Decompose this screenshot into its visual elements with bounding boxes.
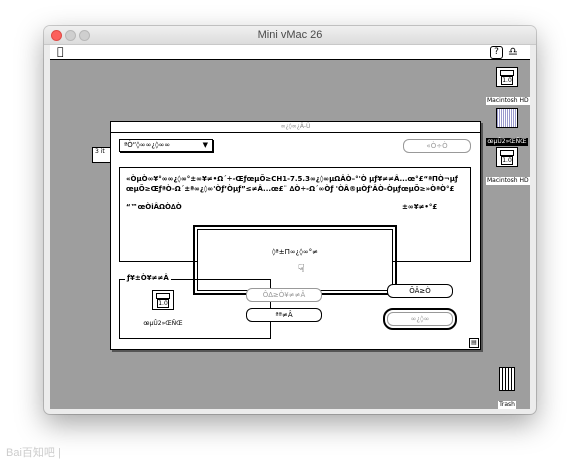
desktop-icon-macintosh-hd-2[interactable]: 1.0 Macintosh HD [486,147,530,186]
hard-disk-icon: 1.0 [496,147,518,167]
desktop-icon-macintosh-hd[interactable]: 1.0 Macintosh HD [486,67,530,106]
target-disk-label: œµÛ2»ŒÑŒ [142,320,184,328]
resize-icon[interactable]: ▤ [469,338,479,348]
menu-bar:  ? ♎ [50,45,530,60]
mac-screen:  ? ♎ 1.0 Macintosh HD œµÛ2»ŒÑŒ 1.0 Maci… [50,45,530,409]
icon-label: œµÛ2»ŒÑŒ [486,138,528,146]
desktop-icon-trash[interactable]: Trash [490,367,524,410]
help-icon[interactable]: ? [490,46,503,59]
alert-message: ◊ª±Π∞¿◊∞°≠ [271,248,319,256]
window-title: Mini vMac 26 [257,29,323,41]
icon-label: Trash [498,401,516,409]
install-button[interactable]: ∞¿◊∞ [383,308,457,330]
desktop-icon-disk[interactable]: œµÛ2»ŒÑŒ [486,108,528,147]
application-menu-icon[interactable]: ♎ [508,45,518,58]
icon-label: Macintosh HD [486,177,530,185]
help-button[interactable]: «Ò÷Ò [403,139,471,153]
eject-disk-button[interactable]: Ô∆≥Ò¥≠≠Â [246,288,322,302]
description-line2: “™œÒiÂΩÒ∆Ò [126,203,182,211]
group-label: ƒ¥±Ò¥≠≠Â [125,274,171,282]
quit-button[interactable]: ÕÂ≥Ò [387,284,453,298]
description-line1: «ÒµÒ∞¥°∞∞¿◊∞°±∞¥≠•Ω´÷-ŒƒœµÕ≥CH1-7.5.3∞¿◊… [126,175,458,193]
install-type-popup[interactable]: ªÒ“◊∞∞¿◊∞∞ ▼ [119,139,213,152]
dialog-title: ∞¿◊∞¿Â-Ù [111,122,480,133]
emulator-window: Mini vMac 26  ? ♎ 1.0 Macintosh HD œµÛ2… [44,26,536,414]
hard-disk-icon: 1.0 [152,290,174,310]
watermark: Bai百知吧 | [6,447,61,459]
icon-label: Macintosh HD [486,97,530,105]
trash-icon [499,367,515,391]
hard-disk-icon: 1.0 [496,67,518,87]
popup-label: ªÒ“◊∞∞¿◊∞∞ [124,141,171,149]
chevron-down-icon: ▼ [202,141,208,149]
installer-dialog: ∞¿◊∞¿Â-Ù ªÒ“◊∞∞¿◊∞∞ ▼ «Ò÷Ò «ÒµÒ∞¥°∞∞¿◊∞°… [110,121,481,350]
disk-image-icon [496,108,518,128]
target-disk-icon[interactable]: 1.0 œµÛ2»ŒÑŒ [142,290,184,329]
apple-menu-icon[interactable]:  [57,45,64,58]
description-line2-end: ±∞¥≠•°£ [402,203,438,211]
title-bar: Mini vMac 26 [44,26,536,45]
hand-cursor-icon: ☟ [298,262,305,275]
switch-disk-button[interactable]: ªª≠Â [246,308,322,322]
